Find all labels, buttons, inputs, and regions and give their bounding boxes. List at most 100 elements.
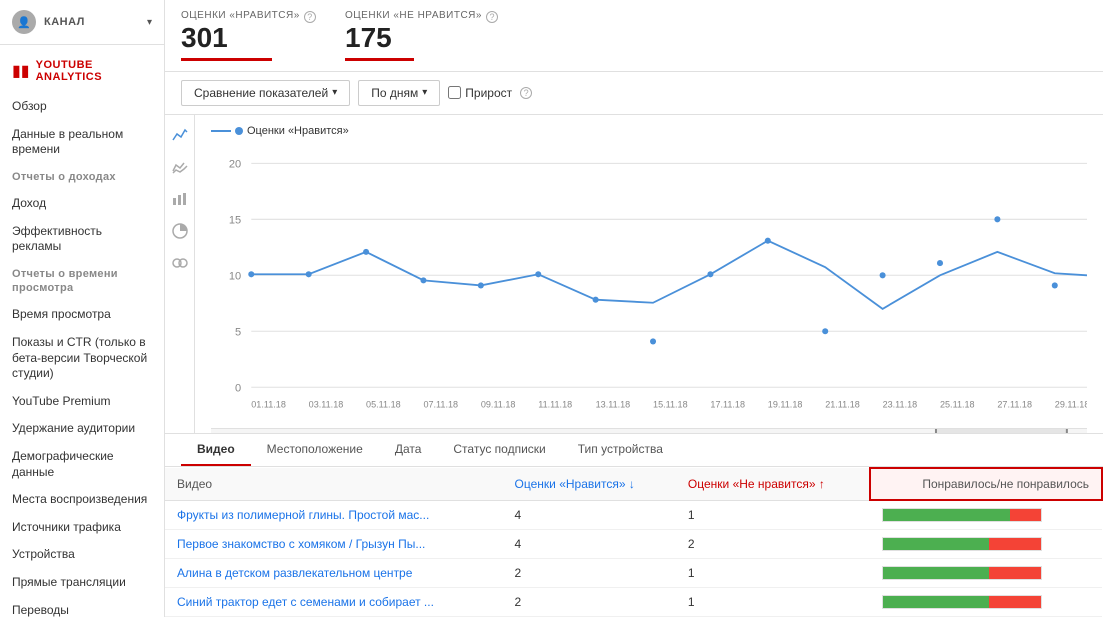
tab-device[interactable]: Тип устройства xyxy=(562,434,679,466)
likes-bar xyxy=(181,58,272,61)
dislikes-bar xyxy=(345,58,414,61)
legend-line xyxy=(211,130,231,132)
period-chevron-icon: ▾ xyxy=(422,87,427,98)
video-link[interactable]: Первое знакомство с хомяком / Грызун Пы.… xyxy=(177,537,425,551)
sidebar-item-obzor[interactable]: Обзор xyxy=(0,93,164,121)
timeline-bar[interactable]: янв. 2018 г. июл. 2018 г. окт. 2018 г. Я… xyxy=(211,428,1087,433)
svg-text:23.11.18: 23.11.18 xyxy=(883,399,918,409)
svg-text:20: 20 xyxy=(229,158,241,170)
cell-likes: 2 xyxy=(503,559,676,588)
ratio-bar xyxy=(882,537,1042,551)
table-row: Фрукты из полимерной глины. Простой мас.… xyxy=(165,500,1102,530)
table-tabs: Видео Местоположение Дата Статус подписк… xyxy=(165,434,1103,467)
compare-button[interactable]: Сравнение показателей ▾ xyxy=(181,80,350,106)
line-chart-icon[interactable] xyxy=(170,125,190,145)
dislike-portion xyxy=(1010,509,1042,521)
col-header-dislikes[interactable]: Оценки «Не нравится» ↑ xyxy=(676,468,871,500)
sidebar-logo: ▮▮ YOUTUBE ANALYTICS xyxy=(0,53,164,89)
svg-text:15: 15 xyxy=(229,214,241,226)
svg-text:05.11.18: 05.11.18 xyxy=(366,399,401,409)
pie-chart-icon[interactable] xyxy=(170,221,190,241)
svg-text:07.11.18: 07.11.18 xyxy=(423,399,458,409)
controls-bar: Сравнение показателей ▾ По дням ▾ Прирос… xyxy=(165,72,1103,115)
period-button[interactable]: По дням ▾ xyxy=(358,80,440,106)
tab-video[interactable]: Видео xyxy=(181,434,251,466)
cell-video: Фрукты из полимерной глины. Простой мас.… xyxy=(165,500,503,530)
dislike-portion xyxy=(989,567,1041,579)
sidebar-item-live[interactable]: Прямые трансляции xyxy=(0,569,164,597)
tab-subscription[interactable]: Статус подписки xyxy=(437,434,561,466)
group-icon[interactable] xyxy=(170,253,190,273)
legend-likes: Оценки «Нравится» xyxy=(211,125,349,137)
legend-label: Оценки «Нравится» xyxy=(247,125,349,137)
sidebar: 👤 КАНАЛ ▾ ▮▮ YOUTUBE ANALYTICS Обзор Дан… xyxy=(0,0,165,617)
svg-text:11.11.18: 11.11.18 xyxy=(538,399,572,409)
tab-location[interactable]: Местоположение xyxy=(251,434,379,466)
svg-text:29.11.18: 29.11.18 xyxy=(1055,399,1087,409)
likes-help-icon[interactable]: ? xyxy=(304,11,316,23)
video-link[interactable]: Синий трактор едет с семенами и собирает… xyxy=(177,595,434,609)
cell-video: Первое знакомство с хомяком / Грызун Пы.… xyxy=(165,530,503,559)
svg-text:03.11.18: 03.11.18 xyxy=(309,399,344,409)
svg-text:0: 0 xyxy=(235,382,241,394)
table-area: Видео Местоположение Дата Статус подписк… xyxy=(165,433,1103,617)
cell-dislikes: 1 xyxy=(676,500,871,530)
compare-label: Сравнение показателей xyxy=(194,86,328,100)
sidebar-item-translations[interactable]: Переводы xyxy=(0,597,164,617)
sidebar-item-ad-effectiveness[interactable]: Эффективность рекламы xyxy=(0,218,164,261)
svg-text:25.11.18: 25.11.18 xyxy=(940,399,975,409)
cell-ratio xyxy=(870,559,1102,588)
logo-text: YOUTUBE ANALYTICS xyxy=(36,59,152,83)
sidebar-item-ctr[interactable]: Показы и CTR (только в бета-версии Творч… xyxy=(0,329,164,388)
timeline-label-2: июл. 2018 г. xyxy=(456,428,505,431)
sidebar-item-demographics[interactable]: Демографические данные xyxy=(0,443,164,486)
sidebar-section-income: Отчеты о доходах xyxy=(0,164,164,190)
dislikes-help-icon[interactable]: ? xyxy=(486,11,498,23)
ratio-bar xyxy=(882,595,1042,609)
growth-checkbox[interactable] xyxy=(448,86,461,99)
svg-text:13.11.18: 13.11.18 xyxy=(596,399,631,409)
cell-ratio xyxy=(870,530,1102,559)
sidebar-item-audience-retention[interactable]: Удержание аудитории xyxy=(0,415,164,443)
sort-icon-dislikes: ↑ xyxy=(819,477,825,491)
growth-checkbox-label[interactable]: Прирост ? xyxy=(448,86,532,100)
timeline-label-3: окт. 2018 г. xyxy=(702,428,746,431)
cell-dislikes: 1 xyxy=(676,588,871,617)
main-content: ОЦЕНКИ «НРАВИТСЯ» ? 301 ОЦЕНКИ «НЕ НРАВИ… xyxy=(165,0,1103,617)
chart-svg-wrapper[interactable]: 20 15 10 5 0 01.11.18 03.11.18 05.11.18 … xyxy=(211,143,1087,428)
col-header-ratio: Понравилось/не понравилось xyxy=(870,468,1102,500)
sidebar-item-real-time[interactable]: Данные в реальном времени xyxy=(0,121,164,164)
compare-chevron-icon: ▾ xyxy=(332,87,337,98)
table-row: Первое знакомство с хомяком / Грызун Пы.… xyxy=(165,530,1102,559)
growth-help-icon[interactable]: ? xyxy=(520,87,532,99)
timeline-label-1: янв. 2018 г. xyxy=(221,428,268,431)
channel-selector[interactable]: 👤 КАНАЛ ▾ xyxy=(0,0,164,45)
video-link[interactable]: Алина в детском развлекательном центре xyxy=(177,566,412,580)
sidebar-item-watch-time[interactable]: Время просмотра xyxy=(0,301,164,329)
dislikes-label: ОЦЕНКИ «НЕ НРАВИТСЯ» xyxy=(345,10,482,21)
cell-dislikes: 2 xyxy=(676,530,871,559)
svg-text:15.11.18: 15.11.18 xyxy=(653,399,688,409)
ratio-bar xyxy=(882,508,1042,522)
svg-text:10: 10 xyxy=(229,270,241,282)
sidebar-item-youtube-premium[interactable]: YouTube Premium xyxy=(0,388,164,416)
chevron-down-icon: ▾ xyxy=(147,17,152,28)
compare-chart-icon[interactable] xyxy=(170,157,190,177)
growth-label: Прирост xyxy=(465,86,512,100)
bar-chart-icon[interactable] xyxy=(170,189,190,209)
svg-text:5: 5 xyxy=(235,326,241,338)
avatar: 👤 xyxy=(12,10,36,34)
sidebar-nav: ▮▮ YOUTUBE ANALYTICS Обзор Данные в реал… xyxy=(0,45,164,617)
sidebar-item-devices[interactable]: Устройства xyxy=(0,541,164,569)
timeline-label-4: Янв. 2019 г. xyxy=(1029,428,1077,431)
svg-text:19.11.18: 19.11.18 xyxy=(768,399,803,409)
legend-dot xyxy=(235,127,243,135)
sidebar-item-traffic-sources[interactable]: Источники трафика xyxy=(0,514,164,542)
sidebar-item-playback-locations[interactable]: Места воспроизведения xyxy=(0,486,164,514)
sidebar-item-income[interactable]: Доход xyxy=(0,190,164,218)
col-header-likes[interactable]: Оценки «Нравится» ↓ xyxy=(503,468,676,500)
video-link[interactable]: Фрукты из полимерной глины. Простой мас.… xyxy=(177,508,429,522)
cell-dislikes: 1 xyxy=(676,559,871,588)
tab-date[interactable]: Дата xyxy=(379,434,438,466)
svg-text:09.11.18: 09.11.18 xyxy=(481,399,516,409)
